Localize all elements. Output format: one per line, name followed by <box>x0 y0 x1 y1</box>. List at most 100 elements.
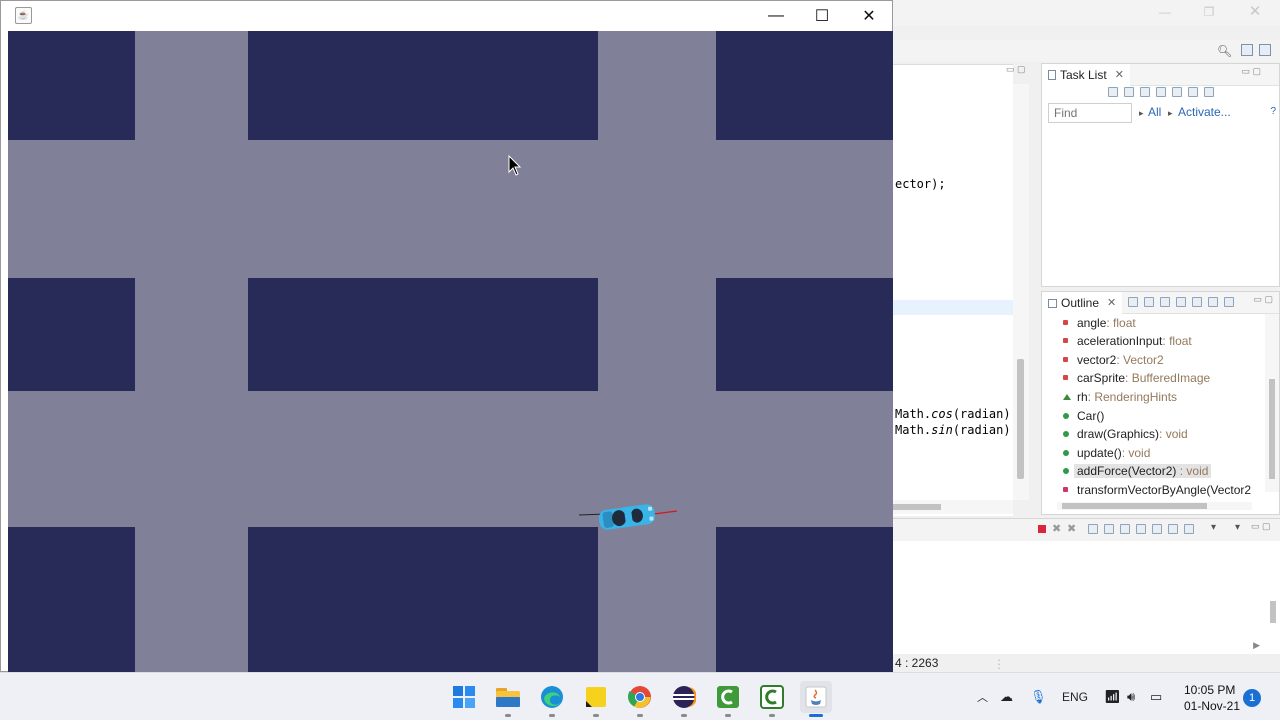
taskbar-app-chrome[interactable] <box>624 681 656 717</box>
view-menu-icon[interactable]: ▾ <box>1235 522 1240 533</box>
taskbar-app-sticky-notes[interactable] <box>580 681 612 717</box>
remove-launch-icon[interactable]: ✖ <box>1052 522 1061 535</box>
chevron-up-icon[interactable]: ︿ <box>977 689 988 705</box>
city-block <box>716 527 893 673</box>
scroll-right-icon[interactable]: ▶ <box>1253 640 1260 651</box>
outline-item[interactable]: Car() <box>1063 407 1104 425</box>
link-editor-icon <box>1224 297 1234 307</box>
mouse-cursor-icon <box>508 155 522 176</box>
ide-close-button[interactable]: ✕ <box>1245 4 1265 20</box>
outline-item-selected[interactable]: addForce(Vector2) : void <box>1063 462 1212 480</box>
taskbar-app-java[interactable] <box>800 681 832 717</box>
battery-icon[interactable]: ▭ <box>1150 689 1162 705</box>
focus-icon <box>1188 87 1198 97</box>
outline-item[interactable]: vector2 : Vector2 <box>1063 351 1164 369</box>
outline-toolbar[interactable] <box>1128 297 1234 309</box>
terminate-icon[interactable] <box>1038 525 1046 533</box>
task-list-panel: Task List ✕ ▭ ▢ ▸ All ▸ Activate... ? <box>1041 63 1280 287</box>
ide-restore-button[interactable]: ❐ <box>1199 4 1219 20</box>
close-button[interactable]: ✕ <box>846 1 892 31</box>
clock-date[interactable]: 01-Nov-21 <box>1184 699 1240 713</box>
taskbar-app-edge[interactable] <box>536 681 568 717</box>
close-icon[interactable]: ✕ <box>1115 64 1124 86</box>
task-find-input[interactable] <box>1048 103 1132 123</box>
hide-nonpublic-icon <box>1192 297 1202 307</box>
eclipse-icon <box>673 686 696 708</box>
car-sprite <box>598 504 656 530</box>
caret-right-icon: ▸ <box>1139 108 1144 118</box>
ide-titlebar: — ❐ ✕ <box>893 0 1280 26</box>
microphone-icon[interactable]: 🎙︎ <box>1030 689 1047 705</box>
word-wrap-icon <box>1120 524 1130 534</box>
taskbar-app-file-explorer[interactable] <box>492 681 524 717</box>
java-perspective-icon[interactable] <box>1259 44 1271 56</box>
outline-item[interactable]: acelerationInput : float <box>1063 332 1192 350</box>
game-titlebar[interactable]: ☕ — ☐ ✕ <box>1 1 892 31</box>
status-separator: ⋮ <box>993 657 1005 671</box>
onedrive-icon[interactable]: ☁ <box>1000 689 1013 705</box>
task-list-toolbar[interactable] <box>1108 87 1214 99</box>
code-editor[interactable]: ector); Math.cos(radian) Math.sin(radian… <box>893 64 1013 516</box>
edge-icon <box>541 686 563 708</box>
close-icon[interactable]: ✕ <box>1107 292 1116 314</box>
perspective-icon[interactable] <box>1241 44 1253 56</box>
volume-icon[interactable]: 🔊︎ <box>1127 689 1135 705</box>
tab-task-list-label: Task List <box>1060 68 1107 82</box>
console-vertical-scrollbar[interactable] <box>1266 589 1280 649</box>
hide-static-icon <box>1176 297 1186 307</box>
java-game-window[interactable]: ☕ — ☐ ✕ <box>0 0 893 673</box>
city-block <box>8 31 135 140</box>
outline-panel: Outline ✕ ▭ ▢ angle : float acelerationI… <box>1041 291 1280 515</box>
search-icon[interactable]: 🔍︎ <box>1217 44 1232 58</box>
code-line: Math.sin(radian) <box>895 423 1011 437</box>
sync-icon <box>1172 87 1182 97</box>
outline-item[interactable]: rh : RenderingHints <box>1063 388 1177 406</box>
sort-icon <box>1144 297 1154 307</box>
city-block <box>248 31 598 140</box>
clear-console-icon <box>1088 524 1098 534</box>
all-link[interactable]: All <box>1148 105 1161 119</box>
remove-all-icon[interactable]: ✖ <box>1067 522 1076 535</box>
outline-item[interactable]: carSprite : BufferedImage <box>1063 369 1210 387</box>
clock-time[interactable]: 10:05 PM <box>1184 683 1235 697</box>
wifi-icon[interactable]: 📶︎ <box>1104 689 1121 705</box>
file-explorer-icon <box>496 688 520 707</box>
outline-horizontal-scrollbar[interactable] <box>1057 502 1252 510</box>
console-panel[interactable]: ✖ ✖ ▾ ▾ ▭ ▢ ▶ <box>893 518 1280 654</box>
chrome-icon <box>628 686 651 708</box>
editor-vertical-scrollbar[interactable] <box>1013 84 1029 500</box>
start-button[interactable] <box>448 681 480 713</box>
panel-minmax-controls[interactable]: ▭ ▢ <box>1253 294 1273 305</box>
outline-item[interactable]: transformVectorByAngle(Vector2 <box>1063 481 1251 499</box>
taskbar-app-camtasia[interactable] <box>712 681 744 717</box>
code-line: ector); <box>895 177 946 191</box>
outline-item[interactable]: draw(Graphics) : void <box>1063 425 1188 443</box>
taskbar-app-camtasia-recorder[interactable] <box>756 681 788 717</box>
outline-item[interactable]: update() : void <box>1063 444 1150 462</box>
taskbar-app-eclipse[interactable] <box>668 681 700 717</box>
game-canvas[interactable] <box>8 31 893 673</box>
tab-task-list[interactable]: Task List ✕ <box>1042 64 1130 86</box>
java-icon <box>805 686 827 708</box>
console-actions[interactable] <box>1088 524 1194 536</box>
tab-outline[interactable]: Outline ✕ <box>1042 292 1123 314</box>
maximize-button[interactable]: ☐ <box>799 1 845 31</box>
chevron-down-icon[interactable]: ▾ <box>1211 522 1216 533</box>
ide-minimize-button[interactable]: — <box>1155 4 1175 20</box>
outline-item[interactable]: angle : float <box>1063 314 1136 332</box>
activate-link[interactable]: Activate... <box>1178 105 1231 119</box>
input-language[interactable]: ENG <box>1062 690 1088 704</box>
panel-minmax-controls[interactable]: ▭ ▢ <box>1241 66 1261 77</box>
editor-minmax-controls[interactable]: ▭ ▢ <box>1006 64 1026 75</box>
hide-fields-icon <box>1160 297 1170 307</box>
help-icon[interactable]: ? <box>1270 106 1276 117</box>
panel-minmax-controls[interactable]: ▭ ▢ <box>1251 521 1271 532</box>
editor-horizontal-scrollbar[interactable] <box>893 500 1013 514</box>
show-stderr-icon <box>1152 524 1162 534</box>
minimize-button[interactable]: — <box>753 1 799 31</box>
outline-vertical-scrollbar[interactable] <box>1265 314 1279 492</box>
cursor-position: 4 : 2263 <box>895 656 939 670</box>
display-console-icon <box>1184 524 1194 534</box>
notification-badge[interactable]: 1 <box>1243 689 1261 707</box>
menu-icon <box>1204 87 1214 97</box>
